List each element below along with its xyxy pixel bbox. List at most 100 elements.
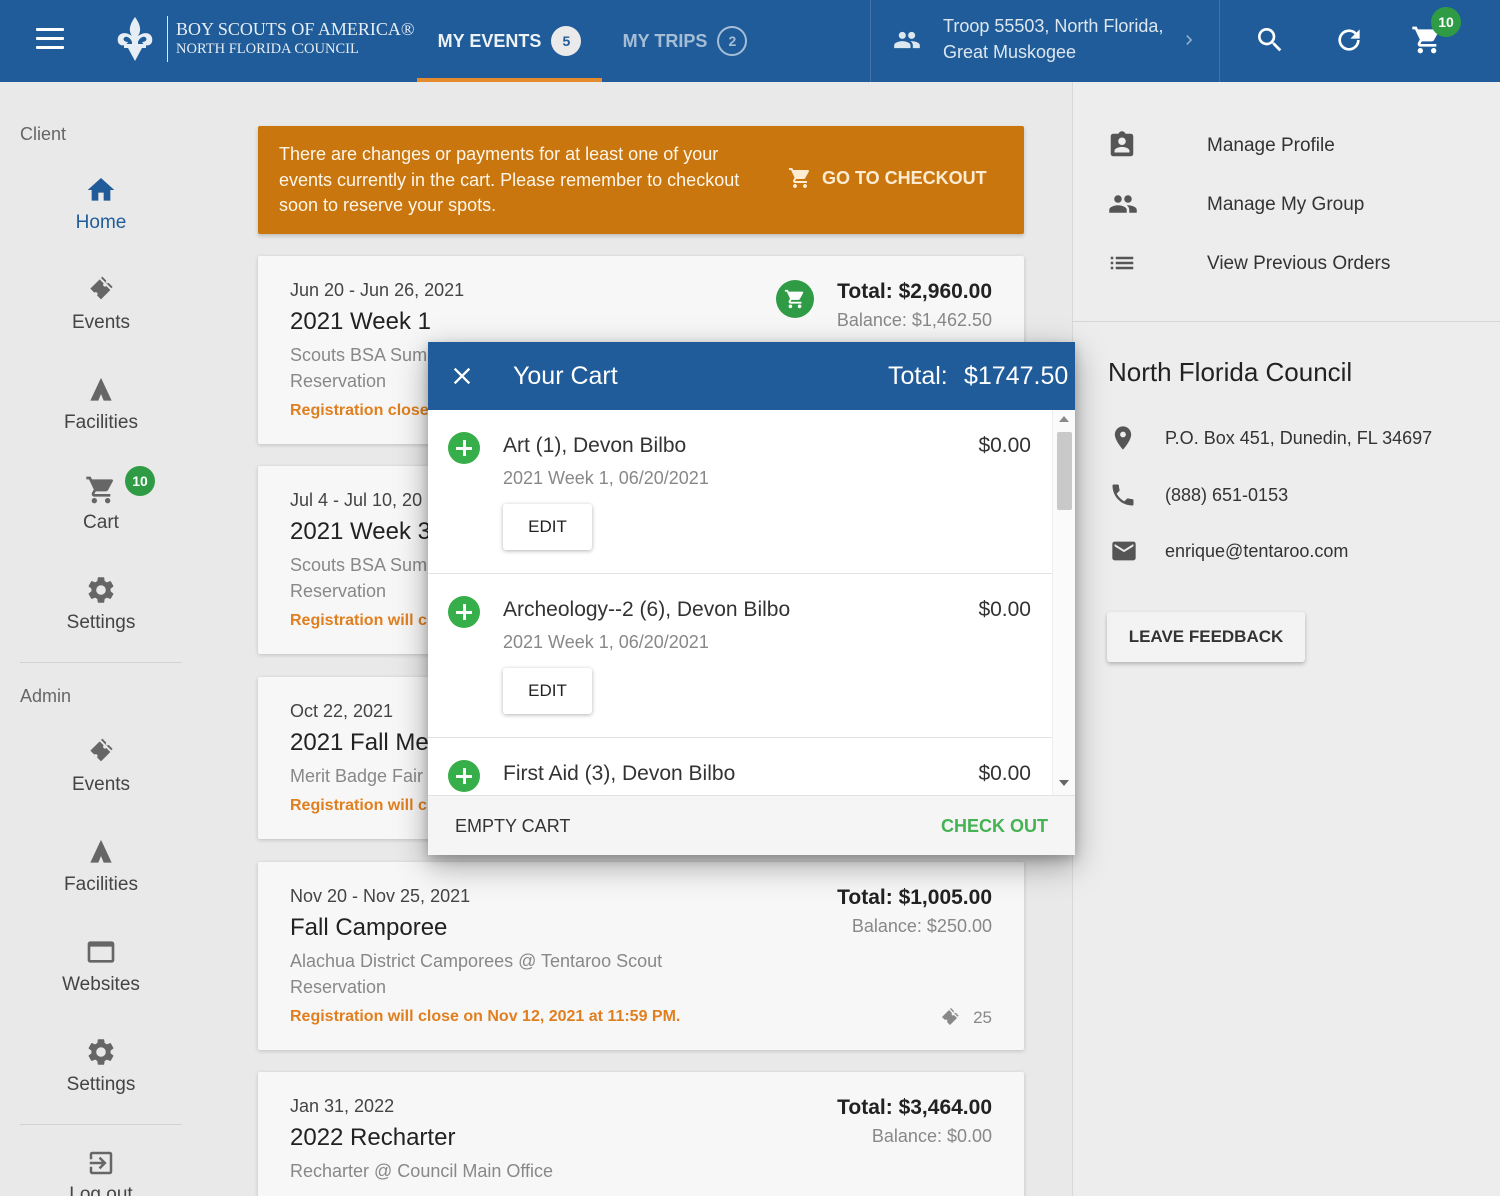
cart-item-price: $0.00 <box>978 434 1031 457</box>
cart-item-subtitle: 2021 Week 1, 06/20/2021 <box>503 468 709 488</box>
event-registration-status: Registration will c <box>290 797 427 814</box>
top-app-bar: BOY SCOUTS OF AMERICA® NORTH FLORIDA COU… <box>0 0 1500 82</box>
mail-icon <box>1112 541 1136 561</box>
event-date: Nov 20 - Nov 25, 2021 <box>290 886 471 906</box>
sidebar-item-websites[interactable]: Websites <box>20 936 182 1026</box>
event-title: Fall Camporee <box>290 914 448 941</box>
manage-profile-link[interactable]: Manage Profile <box>1107 126 1467 166</box>
cart-total-label: Total: <box>888 362 948 390</box>
sidebar-item-admin-facilities[interactable]: Facilities <box>20 836 182 926</box>
event-title: 2022 Recharter <box>290 1124 456 1151</box>
trips-count-badge: 2 <box>717 26 748 56</box>
profile-icon <box>1110 131 1134 157</box>
scrollbar-thumb[interactable] <box>1057 432 1072 510</box>
sidebar-item-facilities[interactable]: Facilities <box>20 374 182 464</box>
link-label: View Previous Orders <box>1207 253 1391 274</box>
sidebar-item-admin-events[interactable]: Events <box>20 736 182 826</box>
sidebar-item-events[interactable]: Events <box>20 274 182 364</box>
event-registration-status: Registration close <box>290 402 429 419</box>
scrollbar[interactable] <box>1052 410 1075 795</box>
home-icon <box>87 178 115 201</box>
close-icon[interactable] <box>448 362 476 390</box>
view-previous-orders-link[interactable]: View Previous Orders <box>1107 244 1467 284</box>
cart-count-badge: 10 <box>1431 7 1461 37</box>
search-icon[interactable] <box>1254 24 1286 56</box>
event-title: 2021 Fall Me <box>290 729 429 756</box>
events-count-badge: 5 <box>551 26 582 56</box>
council-name: North Florida Council <box>1108 357 1353 387</box>
list-icon <box>1110 256 1134 270</box>
event-location: Recharter @ Council Main Office <box>290 1161 554 1181</box>
scroll-down-arrow-icon[interactable] <box>1059 780 1069 786</box>
logout-icon <box>89 1151 113 1175</box>
cart-item-name: First Aid (3), Devon Bilbo <box>503 762 736 785</box>
cart-dialog-title: Your Cart <box>513 362 618 390</box>
add-circle-icon[interactable] <box>448 432 480 464</box>
menu-icon[interactable] <box>36 28 64 52</box>
event-date: Oct 22, 2021 <box>290 701 394 721</box>
add-circle-icon[interactable] <box>448 760 480 792</box>
tab-my-trips[interactable]: MY TRIPS 2 <box>610 0 760 82</box>
fleur-de-lis-icon <box>117 17 153 61</box>
sidebar-item-label: Events <box>71 312 131 333</box>
event-registration-status: Registration will close on Nov 12, 2021 … <box>290 1008 681 1025</box>
checkout-reminder-alert: There are changes or payments for at lea… <box>258 126 1024 234</box>
event-date: Jan 31, 2022 <box>290 1096 395 1116</box>
edit-button[interactable]: EDIT <box>503 504 592 550</box>
right-panel: Manage Profile Manage My Group View Prev… <box>1072 82 1500 1196</box>
add-circle-icon[interactable] <box>448 596 480 628</box>
council-phone[interactable]: (888) 651-0153 <box>1109 479 1489 511</box>
cart-items-list[interactable]: Art (1), Devon Bilbo 2021 Week 1, 06/20/… <box>428 410 1075 795</box>
edit-button[interactable]: EDIT <box>503 668 592 714</box>
tab-label: MY TRIPS <box>622 30 708 51</box>
logo[interactable]: BOY SCOUTS OF AMERICA® NORTH FLORIDA COU… <box>110 10 415 68</box>
in-cart-indicator <box>776 280 814 318</box>
refresh-icon[interactable] <box>1333 24 1365 56</box>
cart-icon <box>784 289 804 309</box>
event-card[interactable]: Nov 20 - Nov 25, 2021 Fall Camporee Alac… <box>258 862 1024 1050</box>
troop-selector[interactable]: Troop 55503, North Florida, Great Muskog… <box>870 0 1220 82</box>
sidebar-item-settings[interactable]: Settings <box>20 574 182 664</box>
event-date: Jul 4 - Jul 10, 20 <box>290 490 423 510</box>
sidebar-item-cart[interactable]: 10 Cart <box>20 466 182 564</box>
check-out-button[interactable]: CHECK OUT <box>941 816 1048 837</box>
cart-item: Art (1), Devon Bilbo 2021 Week 1, 06/20/… <box>428 410 1052 574</box>
chevron-right-icon <box>1186 35 1193 45</box>
sidebar-item-logout[interactable]: Log out <box>20 1148 182 1196</box>
phone-icon <box>1112 484 1134 506</box>
event-total: Total: $3,464.00 <box>837 1096 992 1119</box>
event-total: Total: $1,005.00 <box>837 886 992 909</box>
sidebar-item-label: Facilities <box>64 412 138 433</box>
logo-line-2: NORTH FLORIDA COUNCIL <box>176 41 359 57</box>
event-balance: Balance: $0.00 <box>871 1126 992 1146</box>
group-icon <box>1109 195 1137 213</box>
council-email[interactable]: enrique@tentaroo.com <box>1109 535 1489 567</box>
cart-item: Archeology--2 (6), Devon Bilbo 2021 Week… <box>428 574 1052 738</box>
tickets-icon <box>90 738 113 762</box>
cart-icon <box>789 168 810 188</box>
logo-line-1: BOY SCOUTS OF AMERICA® <box>176 19 415 39</box>
cart-dialog-footer: EMPTY CART CHECK OUT <box>428 795 1075 855</box>
leave-feedback-button[interactable]: LEAVE FEEDBACK <box>1107 612 1305 662</box>
sidebar-item-label: Facilities <box>64 874 138 895</box>
link-label: Manage Profile <box>1207 135 1335 156</box>
tickets-icon <box>942 1008 959 1025</box>
event-card[interactable]: Jan 31, 2022 2022 Recharter Recharter @ … <box>258 1072 1024 1196</box>
sidebar-item-label: Settings <box>66 1074 136 1095</box>
event-participant-count: 25 <box>937 1006 992 1030</box>
event-total: Total: $2,960.00 <box>837 280 992 303</box>
sidebar-item-home[interactable]: Home <box>20 174 182 264</box>
cart-dialog-header: Your Cart Total: $1747.50 <box>428 342 1075 410</box>
link-label: Manage My Group <box>1207 194 1365 215</box>
event-title: 2021 Week 1 <box>290 308 431 335</box>
manage-my-group-link[interactable]: Manage My Group <box>1107 185 1467 225</box>
tab-my-events[interactable]: MY EVENTS 5 <box>417 0 602 82</box>
location-pin-icon <box>1114 426 1132 450</box>
sidebar-item-admin-settings[interactable]: Settings <box>20 1036 182 1126</box>
cart-item-price: $0.00 <box>978 598 1031 621</box>
scroll-up-arrow-icon[interactable] <box>1059 416 1069 422</box>
cart-item-name: Art (1), Devon Bilbo <box>503 434 687 457</box>
empty-cart-button[interactable]: EMPTY CART <box>455 816 570 837</box>
cart-icon <box>86 476 114 504</box>
go-to-checkout-button[interactable]: GO TO CHECKOUT <box>788 166 987 190</box>
